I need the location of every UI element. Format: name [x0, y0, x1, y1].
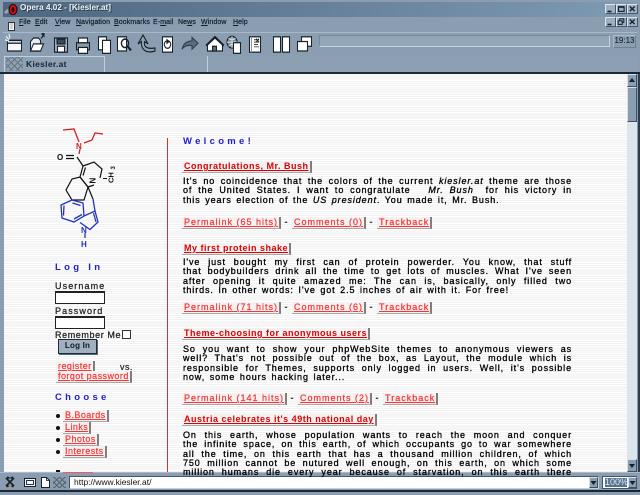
- svg-text:O: O: [57, 153, 63, 162]
- svg-text:CH: CH: [107, 172, 116, 183]
- svg-text:N: N: [81, 226, 87, 235]
- svg-text:3: 3: [111, 166, 117, 170]
- svg-text:N: N: [76, 142, 82, 151]
- svg-text:H: H: [81, 240, 87, 249]
- svg-text:N: N: [89, 178, 98, 184]
